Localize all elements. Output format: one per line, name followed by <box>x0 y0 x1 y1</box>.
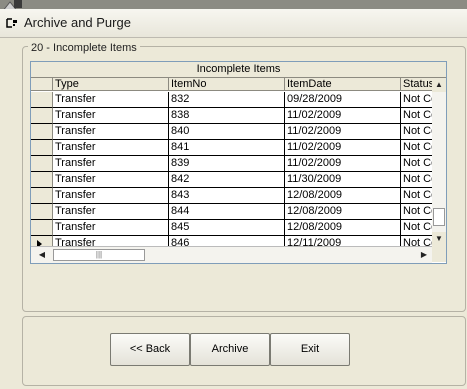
row-selector[interactable] <box>31 108 53 124</box>
archive-button[interactable]: Archive <box>190 333 270 366</box>
table-cell[interactable]: Not Co <box>401 188 432 204</box>
table-cell[interactable]: 840 <box>169 124 285 140</box>
table-cell[interactable]: 832 <box>169 92 285 108</box>
row-selector[interactable] <box>31 188 53 204</box>
scroll-right-arrow-icon[interactable]: ▶ <box>417 248 431 262</box>
table-cell[interactable]: 843 <box>169 188 285 204</box>
table-cell[interactable]: 839 <box>169 156 285 172</box>
column-header-itemdate[interactable]: ItemDate <box>285 78 401 91</box>
row-selector[interactable] <box>31 140 53 156</box>
table-cell[interactable]: 12/08/2009 <box>285 188 401 204</box>
horizontal-scrollbar[interactable]: ◀ ||| ▶ <box>31 246 432 263</box>
vertical-scroll-thumb[interactable] <box>433 208 445 226</box>
table-row[interactable]: Transfer84111/02/2009Not Co <box>31 140 432 156</box>
horizontal-scroll-thumb[interactable]: ||| <box>53 249 145 261</box>
scroll-down-arrow-icon[interactable]: ▼ <box>432 232 446 246</box>
table-cell[interactable]: Transfer <box>53 124 169 140</box>
table-cell[interactable]: Not Co <box>401 220 432 236</box>
scrollbar-corner <box>432 246 446 262</box>
exit-button[interactable]: Exit <box>270 333 350 366</box>
column-header-itemno[interactable]: ItemNo <box>169 78 285 91</box>
table-row[interactable]: Transfer84512/08/2009Not Co <box>31 220 432 236</box>
grid-caption: Incomplete Items <box>31 62 446 78</box>
window-title: Archive and Purge <box>24 15 131 30</box>
table-cell[interactable]: 11/02/2009 <box>285 108 401 124</box>
vertical-scrollbar[interactable]: ▲ ▼ <box>432 78 446 246</box>
table-cell[interactable]: Transfer <box>53 188 169 204</box>
table-row[interactable]: Transfer83811/02/2009Not Co <box>31 108 432 124</box>
table-row[interactable]: Transfer84211/30/2009Not Co <box>31 172 432 188</box>
incomplete-items-grid[interactable]: Incomplete Items Type ItemNo ItemDate St… <box>30 61 447 264</box>
table-cell[interactable]: 838 <box>169 108 285 124</box>
row-selector-header <box>31 78 53 91</box>
table-cell[interactable]: Not Co <box>401 156 432 172</box>
table-cell[interactable]: Transfer <box>53 172 169 188</box>
table-cell[interactable]: Not Co <box>401 140 432 156</box>
table-cell[interactable]: 11/02/2009 <box>285 124 401 140</box>
row-selector[interactable] <box>31 124 53 140</box>
row-selector[interactable] <box>31 92 53 108</box>
table-cell[interactable]: 11/02/2009 <box>285 140 401 156</box>
table-cell[interactable]: 11/30/2009 <box>285 172 401 188</box>
table-cell[interactable]: Transfer <box>53 204 169 220</box>
table-row[interactable]: Transfer84312/08/2009Not Co <box>31 188 432 204</box>
group-label: 20 - Incomplete Items <box>28 42 140 54</box>
table-cell[interactable]: Transfer <box>53 108 169 124</box>
table-cell[interactable]: 842 <box>169 172 285 188</box>
table-cell[interactable]: Transfer <box>53 92 169 108</box>
column-header-type[interactable]: Type <box>53 78 169 91</box>
table-cell[interactable]: Transfer <box>53 220 169 236</box>
table-cell[interactable]: 09/28/2009 <box>285 92 401 108</box>
title-bar: Archive and Purge <box>0 9 467 38</box>
row-selector[interactable] <box>31 156 53 172</box>
table-cell[interactable]: Not Co <box>401 124 432 140</box>
window-icon <box>6 18 17 28</box>
column-header-status[interactable]: Status <box>401 78 432 91</box>
scroll-left-arrow-icon[interactable]: ◀ <box>35 248 49 262</box>
table-row[interactable]: Transfer84011/02/2009Not Co <box>31 124 432 140</box>
table-cell[interactable]: 844 <box>169 204 285 220</box>
row-selector[interactable] <box>31 204 53 220</box>
table-cell[interactable]: Not Co <box>401 204 432 220</box>
table-cell[interactable]: Transfer <box>53 156 169 172</box>
table-cell[interactable]: 11/02/2009 <box>285 156 401 172</box>
table-cell[interactable]: Not Co <box>401 172 432 188</box>
row-selector[interactable] <box>31 220 53 236</box>
top-strip <box>0 0 467 9</box>
table-row[interactable]: Transfer83911/02/2009Not Co <box>31 156 432 172</box>
table-row[interactable]: Transfer83209/28/2009Not Co <box>31 92 432 108</box>
table-cell[interactable]: Transfer <box>53 140 169 156</box>
table-cell[interactable]: 12/08/2009 <box>285 220 401 236</box>
row-selector[interactable] <box>31 172 53 188</box>
table-row[interactable]: Transfer84412/08/2009Not Co <box>31 204 432 220</box>
table-cell[interactable]: Not Co <box>401 108 432 124</box>
table-cell[interactable]: 845 <box>169 220 285 236</box>
table-cell[interactable]: Not Co <box>401 92 432 108</box>
table-cell[interactable]: 12/08/2009 <box>285 204 401 220</box>
back-button[interactable]: << Back <box>110 333 190 366</box>
table-cell[interactable]: 841 <box>169 140 285 156</box>
scroll-up-arrow-icon[interactable]: ▲ <box>432 78 446 92</box>
